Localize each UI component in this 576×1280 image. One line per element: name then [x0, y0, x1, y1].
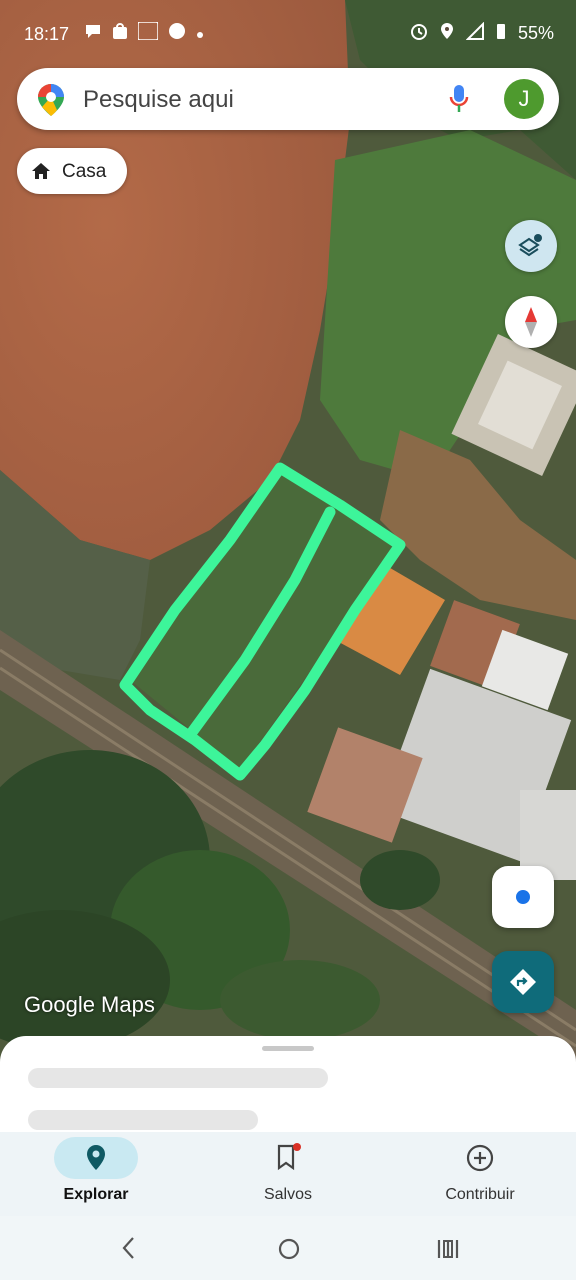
tab-saved-label: Salvos — [263, 1186, 313, 1203]
search-bar[interactable]: Pesquise aqui J — [17, 68, 559, 130]
home-icon — [31, 162, 51, 185]
tab-contribute-label: Contribuir — [445, 1186, 515, 1203]
explore-pin-icon — [86, 1144, 106, 1177]
tab-explore[interactable]: Explorar — [0, 1132, 192, 1216]
search-input[interactable]: Pesquise aqui — [83, 86, 234, 114]
bottom-navigation: Explorar Salvos Contribuir — [0, 1132, 576, 1216]
temu-icon — [137, 21, 159, 45]
directions-button[interactable] — [492, 951, 554, 1013]
tab-explore-label: Explorar — [63, 1186, 129, 1203]
home-chip[interactable]: Casa — [17, 148, 127, 194]
google-maps-watermark: Google Maps — [24, 992, 155, 1017]
notification-icons — [84, 21, 204, 45]
app-icon — [168, 22, 186, 45]
chat-bubble-icon — [84, 23, 102, 44]
recent-apps-icon[interactable] — [436, 1238, 460, 1265]
more-dot-icon — [196, 23, 204, 44]
layers-icon — [518, 233, 544, 264]
location-icon — [440, 22, 454, 45]
alarm-icon — [410, 22, 428, 45]
status-time: 18:17 — [24, 24, 70, 44]
tab-saved[interactable]: Salvos — [192, 1132, 384, 1216]
shopee-icon — [112, 22, 128, 45]
home-chip-label: Casa — [62, 161, 107, 182]
back-icon[interactable] — [120, 1236, 136, 1265]
signal-icon — [465, 21, 484, 45]
home-nav-icon[interactable] — [277, 1237, 301, 1266]
battery-percent: 55% — [517, 23, 554, 43]
sheet-drag-handle[interactable] — [262, 1046, 314, 1051]
add-circle-icon — [466, 1144, 494, 1177]
maps-logo-icon — [37, 83, 65, 122]
system-navigation-bar — [0, 1216, 576, 1280]
avatar[interactable]: J — [504, 79, 544, 119]
microphone-icon[interactable] — [449, 84, 469, 119]
location-dot-icon — [515, 889, 531, 910]
status-bar: 18:17 55% — [0, 0, 576, 68]
battery-icon — [496, 22, 506, 45]
system-status: 55% — [410, 21, 554, 45]
layers-button[interactable] — [505, 220, 557, 272]
loading-placeholder — [28, 1068, 328, 1088]
compass-button[interactable] — [505, 296, 557, 348]
directions-icon — [509, 968, 537, 1001]
my-location-button[interactable] — [492, 866, 554, 928]
compass-icon — [521, 306, 541, 343]
loading-placeholder — [28, 1110, 258, 1130]
bookmark-icon — [276, 1142, 302, 1177]
tab-contribute[interactable]: Contribuir — [384, 1132, 576, 1216]
